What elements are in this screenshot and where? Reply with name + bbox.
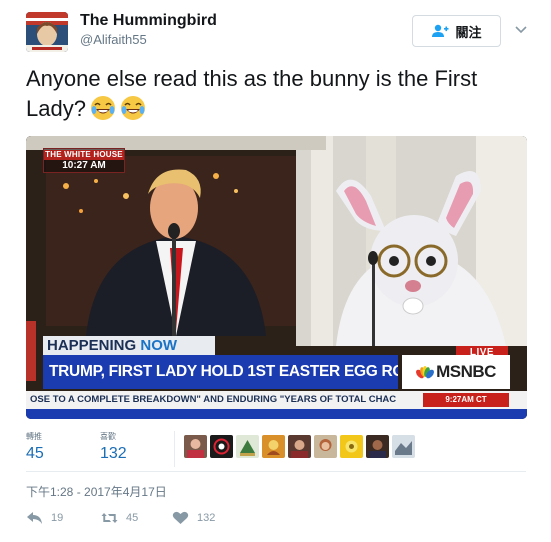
like-button[interactable]: 132: [172, 511, 215, 525]
laughing-crying-emoji-icon: [90, 96, 115, 120]
bug-location: THE WHITE HOUSE: [44, 150, 124, 160]
display-name[interactable]: The Hummingbird: [80, 12, 217, 30]
bug-time: 10:27 AM: [62, 160, 106, 171]
retweet-stat[interactable]: 轉推 45: [26, 431, 44, 463]
liker-avatar[interactable]: [314, 435, 337, 458]
reply-count: 19: [51, 512, 64, 524]
like-stat[interactable]: 喜歡 132: [100, 431, 127, 463]
like-stat-count: 132: [100, 445, 127, 462]
happening-word: HAPPENING: [47, 337, 137, 354]
add-user-icon: [432, 24, 449, 37]
liker-avatar[interactable]: [236, 435, 259, 458]
peacock-icon: [416, 366, 435, 379]
network-logo: MSNBC: [402, 355, 510, 389]
now-word: NOW: [140, 337, 178, 354]
follow-button[interactable]: 關注: [412, 15, 501, 47]
retweet-stat-label: 轉推: [26, 432, 42, 441]
ticker-bottom-bar: [26, 409, 527, 419]
liker-avatar[interactable]: [288, 435, 311, 458]
divider: [26, 471, 526, 472]
liker-avatar[interactable]: [262, 435, 285, 458]
reply-icon: [27, 512, 42, 524]
liker-avatar[interactable]: [210, 435, 233, 458]
like-count: 132: [197, 512, 216, 524]
tweet-text: Anyone else read this as the bunny is th…: [26, 64, 526, 124]
follow-label: 關注: [455, 24, 482, 40]
liker-avatar[interactable]: [184, 435, 207, 458]
liker-avatar[interactable]: [392, 435, 415, 458]
retweet-icon: [101, 513, 118, 523]
stats-divider: [174, 431, 175, 467]
like-stat-label: 喜歡: [100, 432, 116, 441]
news-headline: TRUMP, FIRST LADY HOLD 1ST EASTER EGG RO…: [43, 355, 398, 389]
chevron-down-icon[interactable]: [514, 22, 528, 36]
likers-avatars: [184, 435, 415, 458]
laughing-crying-emoji-icon: [120, 96, 145, 120]
ticker-time: 9:27AM CT: [423, 393, 509, 407]
tweet-card: The Hummingbird @Alifaith55 關注 Anyone el…: [0, 0, 551, 542]
liker-avatar[interactable]: [366, 435, 389, 458]
avatar[interactable]: [26, 12, 68, 52]
reply-button[interactable]: 19: [26, 511, 63, 525]
retweet-stat-count: 45: [26, 445, 44, 462]
retweet-count: 45: [126, 512, 139, 524]
heart-icon: [172, 511, 189, 524]
liker-avatar[interactable]: [340, 435, 363, 458]
retweet-button[interactable]: 45: [101, 511, 138, 525]
media-image[interactable]: THE WHITE HOUSE 10:27 AM HAPPENING NOW L…: [26, 136, 527, 419]
tweet-stats: 轉推 45 喜歡 132: [26, 431, 526, 471]
user-handle[interactable]: @Alifaith55: [80, 32, 147, 47]
network-name: MSNBC: [436, 362, 496, 381]
happening-now-label: HAPPENING NOW: [43, 336, 215, 356]
tweet-timestamp[interactable]: 下午1:28 - 2017年4月17日: [26, 483, 167, 500]
location-bug: THE WHITE HOUSE 10:27 AM: [43, 148, 125, 173]
